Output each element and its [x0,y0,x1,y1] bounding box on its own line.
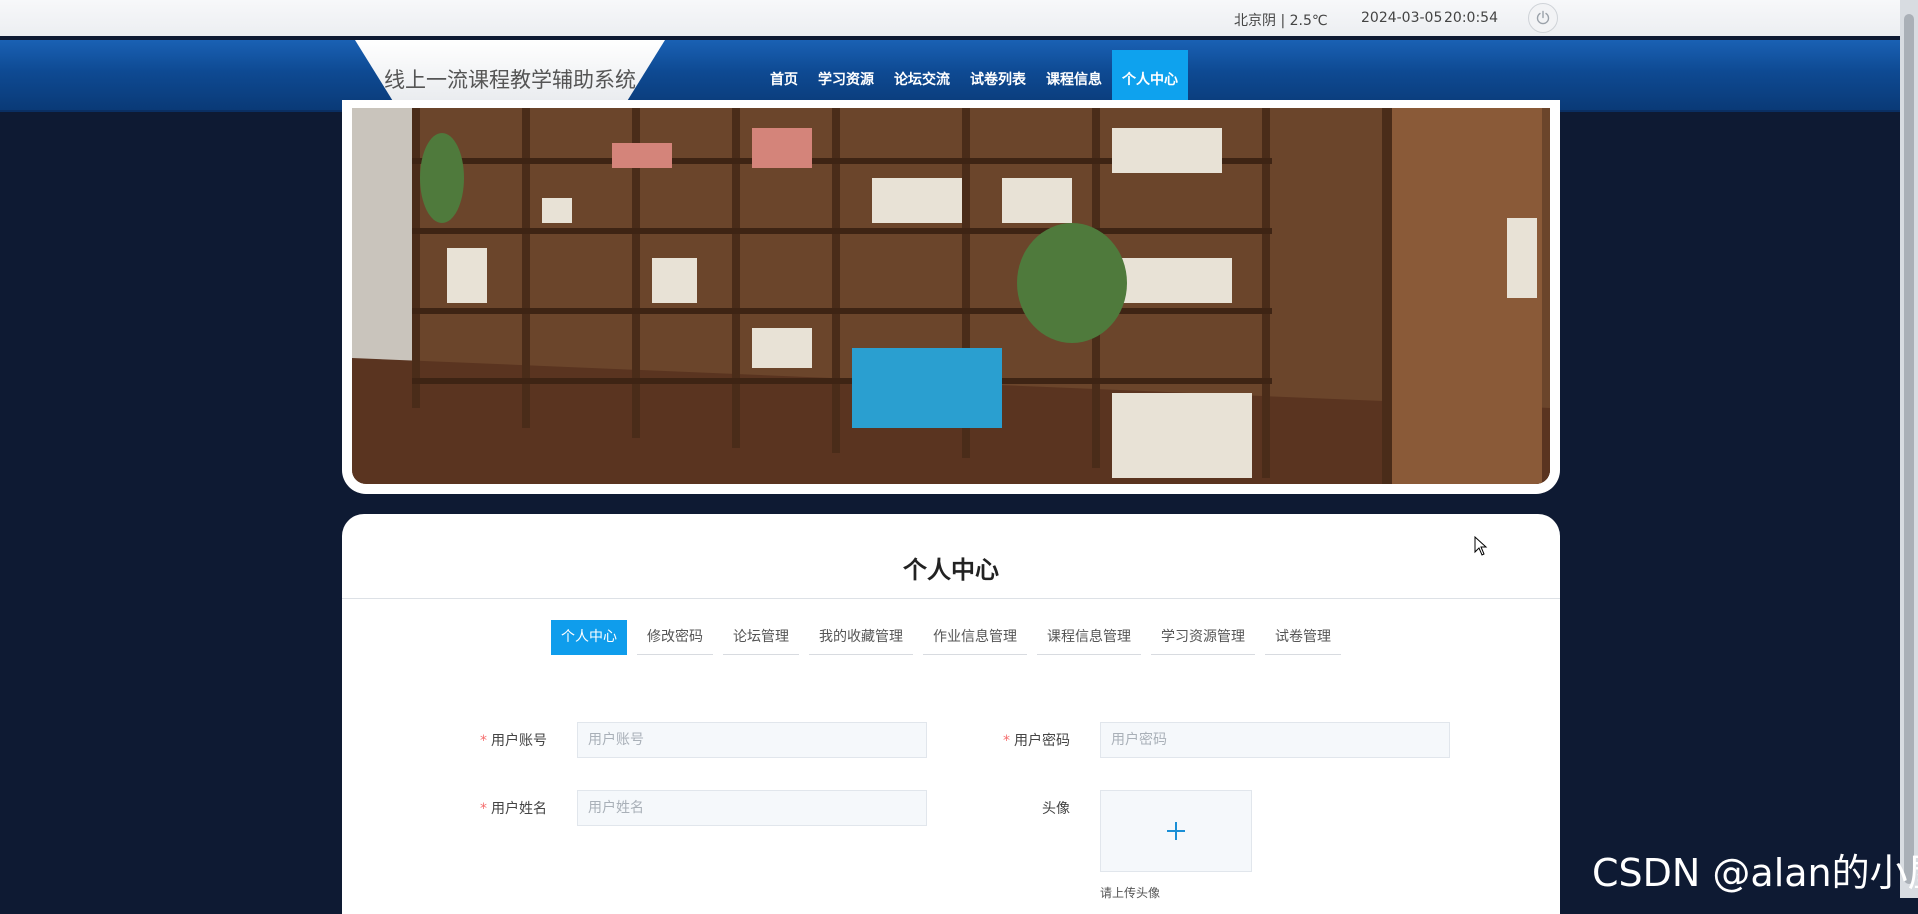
weather-text: 北京阴 | 2.5℃ [1234,13,1328,29]
required-mark: * [1003,733,1010,749]
tab-exam-management[interactable]: 试卷管理 [1265,620,1341,655]
page-scrollbar[interactable] [1900,0,1918,898]
personal-center-tabs: 个人中心 修改密码 论坛管理 我的收藏管理 作业信息管理 课程信息管理 学习资源… [551,620,1341,655]
account-label: * 用户账号 [427,730,547,750]
required-mark: * [480,801,487,817]
personal-center-card: 个人中心 个人中心 修改密码 论坛管理 我的收藏管理 作业信息管理 课程信息管理… [342,514,1560,914]
password-input[interactable] [1100,722,1450,758]
required-mark: * [480,733,487,749]
avatar-label: 头像 [1042,801,1070,817]
tab-change-password[interactable]: 修改密码 [637,620,713,655]
name-label: * 用户姓名 [427,798,547,818]
plus-icon [1167,822,1185,840]
banner-image [352,108,1550,484]
tab-resource-management[interactable]: 学习资源管理 [1151,620,1255,655]
power-icon[interactable] [1528,3,1558,33]
tab-personal-center[interactable]: 个人中心 [551,620,627,655]
scroll-thumb[interactable] [1904,14,1914,884]
time-text: 20:0:54 [1444,10,1498,26]
name-label-text: 用户姓名 [491,801,547,817]
account-input[interactable] [577,722,927,758]
tab-homework-management[interactable]: 作业信息管理 [923,620,1027,655]
account-label-text: 用户账号 [491,733,547,749]
title-divider [342,598,1560,599]
tab-favorites-management[interactable]: 我的收藏管理 [809,620,913,655]
top-info-bar: 北京阴 | 2.5℃ 2024-03-05 20:0:54 [0,0,1900,36]
mouse-cursor-icon [1474,536,1488,556]
avatar-upload[interactable] [1100,790,1252,872]
password-label-text: 用户密码 [1014,733,1070,749]
tab-forum-management[interactable]: 论坛管理 [723,620,799,655]
site-title: 线上一流课程教学辅助系统 [384,68,636,92]
tab-course-management[interactable]: 课程信息管理 [1037,620,1141,655]
banner-frame [342,100,1560,494]
password-label: * 用户密码 [950,730,1070,750]
watermark: CSDN @alan的小屋 [1592,851,1918,895]
page-title: 个人中心 [903,556,999,584]
date-text: 2024-03-05 [1361,10,1443,26]
name-input[interactable] [577,790,927,826]
avatar-upload-tip: 请上传头像 [1100,886,1161,900]
